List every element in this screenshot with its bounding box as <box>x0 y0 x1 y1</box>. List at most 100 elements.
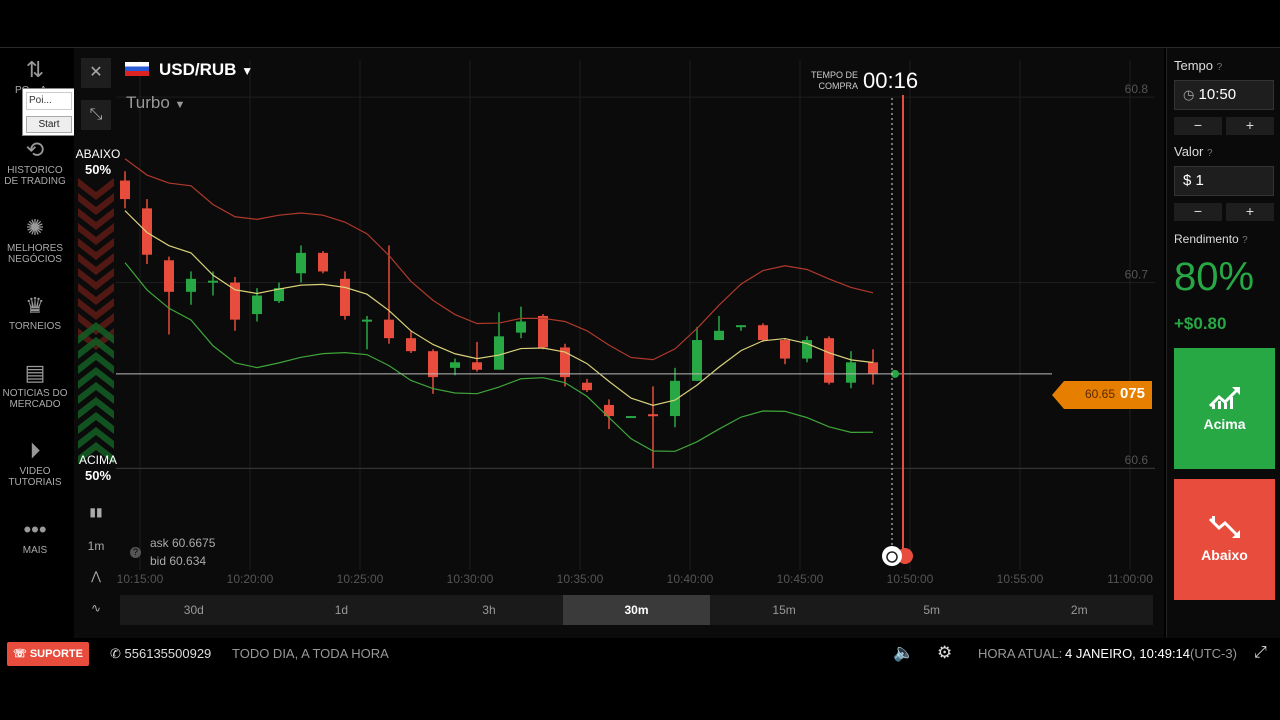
trend-down-icon <box>1208 516 1240 538</box>
candle-body <box>494 336 504 370</box>
close-icon[interactable]: ✕ <box>81 58 111 88</box>
timer-value: 00:16 <box>863 68 919 93</box>
candle-body <box>736 325 746 328</box>
x-tick-label: 10:35:00 <box>557 572 604 586</box>
x-tick-label: 10:50:00 <box>887 572 934 586</box>
range-tab-30m[interactable]: 30m <box>562 595 711 625</box>
candle-body <box>868 362 878 374</box>
value-field[interactable]: $ 1 <box>1174 166 1274 196</box>
value-label: Valor ? <box>1174 144 1213 159</box>
fullscreen-icon[interactable]: ⤢ <box>1254 644 1267 662</box>
speaker-icon[interactable]: 🔈 <box>893 643 914 663</box>
candle-type-icon[interactable]: ▮▮ <box>82 505 110 519</box>
mode-selector[interactable]: Turbo ▼ <box>126 93 185 113</box>
y-tick-label: 60.8 <box>1125 82 1149 96</box>
time-label: Tempo ? <box>1174 58 1222 73</box>
chevron-down-icon: ▼ <box>174 99 186 111</box>
call-button[interactable]: Acima <box>1174 348 1275 469</box>
candle-body <box>846 362 856 383</box>
range-bar: 30d 1d 3h 30m 15m 5m 2m <box>120 595 1153 625</box>
phone-icon: ✆ <box>110 646 121 661</box>
time-minus-button[interactable]: − <box>1174 117 1222 135</box>
call-button-label: Acima <box>1203 416 1246 432</box>
price-suffix: 075 <box>1120 385 1146 402</box>
range-tab-3h[interactable]: 3h <box>415 595 563 625</box>
candle-body <box>186 278 196 292</box>
range-tab-15m[interactable]: 15m <box>710 595 858 625</box>
time-plus-button[interactable]: + <box>1226 117 1274 135</box>
yield-label: Rendimento ? <box>1174 232 1248 246</box>
phone-number: 556135500929 <box>124 646 212 661</box>
price-prefix: 60.65 <box>1085 387 1116 401</box>
range-tab-2m[interactable]: 2m <box>1005 595 1153 625</box>
help-icon[interactable]: ? <box>1242 235 1248 246</box>
value-minus-button[interactable]: − <box>1174 203 1222 221</box>
settings-gear-icon[interactable]: ⚙ <box>937 643 952 663</box>
sentiment-down-pct: 50% <box>84 162 112 177</box>
candle-body <box>340 278 350 316</box>
support-hours: TODO DIA, A TODA HORA <box>232 646 389 661</box>
x-tick-label: 10:15:00 <box>117 572 164 586</box>
candle-body <box>472 362 482 370</box>
yield-label-text: Rendimento <box>1174 232 1239 246</box>
candle-body <box>362 319 372 322</box>
x-tick-label: 10:40:00 <box>667 572 714 586</box>
x-tick-label: 10:45:00 <box>777 572 824 586</box>
candle-body <box>824 338 834 383</box>
candle-body <box>450 362 460 368</box>
candle-body <box>648 414 658 417</box>
candle-body <box>120 180 130 200</box>
x-tick-label: 10:55:00 <box>997 572 1044 586</box>
range-tab-5m[interactable]: 5m <box>858 595 1006 625</box>
x-tick-label: 10:25:00 <box>337 572 384 586</box>
chat-icon: ☏ <box>12 648 27 660</box>
yield-percent: 80% <box>1174 255 1255 299</box>
candle-body <box>296 252 306 274</box>
sentiment-down-arrow <box>78 178 114 200</box>
asset-name: USD/RUB <box>159 60 237 79</box>
asset-selector[interactable]: USD/RUB ▼ <box>125 60 253 80</box>
x-tick-label: 10:20:00 <box>227 572 274 586</box>
candle-body <box>538 315 548 348</box>
support-button[interactable]: ☏ SUPORTE <box>7 642 89 666</box>
candle-body <box>164 260 174 292</box>
time-value: 10:50 <box>1198 86 1237 103</box>
indicator-icon[interactable]: ∿ <box>82 601 110 615</box>
current-price-tag: 60.65 075 <box>1052 381 1152 409</box>
put-button[interactable]: Abaixo <box>1174 479 1275 600</box>
trend-up-icon <box>1208 387 1240 409</box>
time-field[interactable]: ◷ 10:50 <box>1174 80 1274 110</box>
collapse-icon[interactable]: ⤡ <box>81 100 111 130</box>
sentiment-up-label: ACIMA <box>78 453 117 467</box>
candle-body <box>714 330 724 341</box>
drawing-tool-icon[interactable]: ⋀ <box>82 569 110 583</box>
chevron-down-icon: ▼ <box>241 64 254 78</box>
value-plus-button[interactable]: + <box>1226 203 1274 221</box>
range-tab-30d[interactable]: 30d <box>120 595 268 625</box>
ask-price: ask 60.6675 <box>150 536 216 550</box>
y-tick-label: 60.7 <box>1125 268 1149 282</box>
help-icon[interactable]: ? <box>130 547 141 558</box>
candle-body <box>582 382 592 391</box>
x-tick-label: 11:00:00 <box>1107 572 1153 586</box>
candle-body <box>208 280 218 283</box>
put-button-label: Abaixo <box>1201 547 1248 563</box>
candle-body <box>428 351 438 378</box>
stopwatch-icon <box>882 546 902 566</box>
range-tab-1d[interactable]: 1d <box>268 595 416 625</box>
help-icon[interactable]: ? <box>1217 62 1223 73</box>
sentiment-down: ABAIXO 50% <box>74 146 122 178</box>
help-icon[interactable]: ? <box>1207 148 1213 159</box>
sentiment-down-label: ABAIXO <box>75 147 121 161</box>
time-label-text: Tempo <box>1174 58 1214 73</box>
phone: ✆ 556135500929 <box>110 646 211 662</box>
support-label: SUPORTE <box>29 648 83 660</box>
clock-label: HORA ATUAL: <box>978 646 1063 661</box>
timeframe-button[interactable]: 1m <box>82 539 110 553</box>
candle-body <box>142 208 152 255</box>
candle-body <box>516 321 526 333</box>
value-label-text: Valor <box>1174 144 1204 159</box>
sentiment-up: ACIMA 50% <box>74 452 122 484</box>
clock-value: 4 JANEIRO, 10:49:14 <box>1065 646 1191 661</box>
y-tick-label: 60.6 <box>1125 453 1149 467</box>
